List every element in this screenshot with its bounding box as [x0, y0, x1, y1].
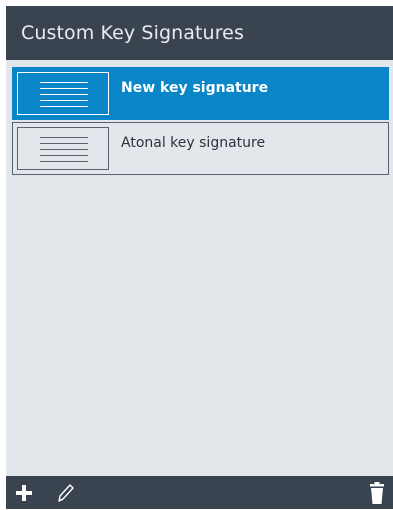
staff-line [40, 100, 88, 101]
add-button[interactable] [12, 480, 38, 506]
staff-line [40, 106, 88, 107]
bottom-toolbar [6, 476, 393, 509]
trash-icon [370, 482, 384, 504]
panel-title: Custom Key Signatures [21, 22, 244, 44]
staff-line [40, 137, 88, 138]
delete-button[interactable] [364, 480, 390, 506]
staff-line [40, 155, 88, 156]
list-item-atonal-key-signature[interactable]: Atonal key signature [12, 122, 389, 175]
panel-header: Custom Key Signatures [6, 6, 393, 60]
edit-button[interactable] [54, 480, 80, 506]
staff-line [40, 161, 88, 162]
list-item-label: New key signature [121, 80, 269, 96]
staff-line [40, 143, 88, 144]
staff-line [40, 82, 88, 83]
staff-line [40, 149, 88, 150]
custom-key-signatures-panel: Custom Key Signatures New key signature … [6, 6, 393, 509]
staff-line [40, 88, 88, 89]
list-item-label: Atonal key signature [121, 135, 266, 151]
key-signature-thumbnail [17, 72, 109, 115]
key-signature-thumbnail [17, 127, 109, 170]
pencil-icon [58, 484, 74, 502]
list-item-new-key-signature[interactable]: New key signature [12, 67, 389, 120]
staff-line [40, 94, 88, 95]
key-signature-list[interactable]: New key signature Atonal key signature [6, 60, 393, 476]
plus-icon [16, 485, 32, 501]
